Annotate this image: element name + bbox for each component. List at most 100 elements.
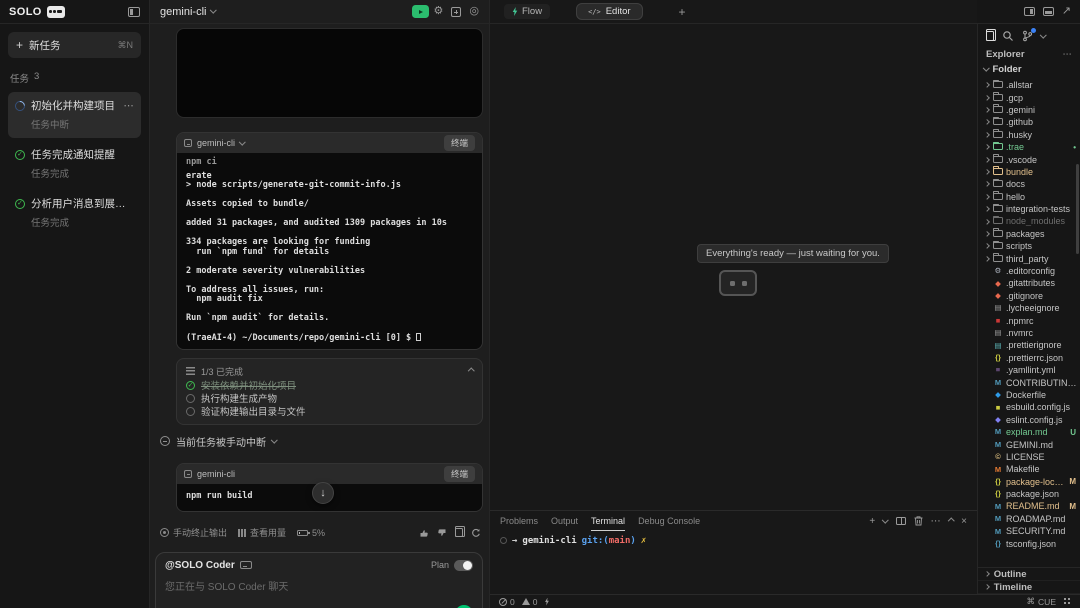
search-icon[interactable] (1002, 30, 1014, 42)
explorer-more-button[interactable]: ⋯ (1063, 49, 1073, 60)
new-task-button[interactable]: + 新任务 ⌘N (8, 32, 141, 58)
add-panel-icon[interactable] (451, 7, 461, 17)
toggle-right-panel-icon[interactable] (1024, 7, 1035, 16)
expand-icon[interactable]: ↗ (1062, 6, 1071, 17)
tree-item[interactable]: {} tsconfig.json (984, 537, 1080, 549)
tree-item[interactable]: M Makefile (984, 463, 1080, 475)
tree-item[interactable]: ▤ .prettierignore (984, 339, 1080, 351)
tree-item[interactable]: ◆ eslint.config.js (984, 414, 1080, 426)
timeline-section[interactable]: Timeline (978, 581, 1080, 594)
close-panel-button[interactable]: × (961, 516, 967, 527)
warnings-indicator[interactable]: 0 (522, 597, 538, 607)
tree-item[interactable]: scripts (984, 240, 1080, 252)
panel-tab[interactable]: Output (551, 511, 578, 531)
errors-indicator[interactable]: 0 (499, 597, 515, 607)
tree-item[interactable]: ▤ .nvmrc (984, 327, 1080, 339)
open-terminal-button[interactable]: 终端 (444, 135, 475, 151)
terminal-dropdown-icon[interactable] (882, 516, 888, 522)
tree-item[interactable]: ■ esbuild.config.js (984, 401, 1080, 413)
collapse-icon[interactable] (468, 368, 474, 374)
tree-item[interactable]: {} package.json (984, 488, 1080, 500)
tree-item[interactable]: hello (984, 191, 1080, 203)
usage-button[interactable]: 查看用量 (238, 526, 286, 539)
tree-item[interactable]: {} package-lock.js... M (984, 476, 1080, 488)
tab-editor[interactable]: </> Editor (576, 3, 642, 20)
settings-icon[interactable]: ⚙ (434, 6, 444, 17)
tree-item[interactable]: ▤ .lycheeignore (984, 302, 1080, 314)
tree-item[interactable]: packages (984, 228, 1080, 240)
tree-item[interactable]: .husky (984, 129, 1080, 141)
tree-item[interactable]: .allstar (984, 79, 1080, 91)
source-control-icon[interactable] (1022, 30, 1033, 42)
copy-icon[interactable] (455, 528, 463, 537)
preview-badge[interactable] (412, 5, 429, 18)
tree-item[interactable]: ≡ .yamllint.yml (984, 364, 1080, 376)
explorer-icon[interactable] (986, 31, 994, 41)
chat-input[interactable]: @SOLO Coder Plan 您正在与 SOLO Coder 聊天 @ # … (155, 552, 483, 608)
tree-item[interactable]: docs (984, 178, 1080, 190)
split-terminal-icon[interactable] (896, 517, 906, 525)
progress-item[interactable]: 安装依赖并初始化项目 (186, 379, 473, 392)
kill-terminal-icon[interactable] (914, 516, 923, 526)
task-more-button[interactable]: ⋯ (124, 100, 135, 112)
tree-item[interactable]: integration-tests (984, 203, 1080, 215)
tab-flow[interactable]: Flow (504, 4, 550, 19)
tree-item[interactable]: ■ .npmrc (984, 314, 1080, 326)
screen-record-icon[interactable]: ◎ (469, 6, 479, 17)
tree-item[interactable]: .gemini (984, 104, 1080, 116)
sidebar-toggle-icon[interactable] (128, 7, 140, 17)
chevron-down-icon[interactable] (211, 7, 217, 13)
tree-item[interactable]: M README.md M (984, 500, 1080, 512)
input-placeholder[interactable]: 您正在与 SOLO Coder 聊天 (165, 578, 473, 605)
chevron-down-icon[interactable] (1040, 31, 1046, 37)
panel-tab[interactable]: Terminal (591, 511, 625, 531)
layout-grid-icon[interactable] (1064, 598, 1066, 600)
tree-item[interactable]: .gcp (984, 91, 1080, 103)
toggle-bottom-panel-icon[interactable] (1043, 7, 1054, 16)
maximize-panel-icon[interactable] (948, 518, 954, 524)
tree-item[interactable]: M explan.md U (984, 426, 1080, 438)
panel-tab[interactable]: Problems (500, 511, 538, 531)
tree-item[interactable]: ◆ Dockerfile (984, 389, 1080, 401)
task-item[interactable]: 任务完成通知提醒 任务完成 (8, 141, 141, 187)
terminal-card-header[interactable]: gemini-cli 终端 (177, 133, 482, 153)
tree-item[interactable]: .trae • (984, 141, 1080, 153)
explorer-scrollbar[interactable] (1076, 164, 1079, 254)
cue-indicator[interactable]: ⌘ CUE (1027, 596, 1056, 607)
tree-item[interactable]: M SECURITY.md (984, 525, 1080, 537)
tree-item[interactable]: ◆ .gitignore (984, 290, 1080, 302)
terminal-card-header[interactable]: gemini-cli 终端 (177, 464, 482, 484)
tree-item[interactable]: {} .prettierrc.json (984, 352, 1080, 364)
tree-item[interactable]: node_modules (984, 215, 1080, 227)
scroll-to-bottom-button[interactable]: ↓ (312, 482, 334, 504)
tree-item[interactable]: .vscode (984, 153, 1080, 165)
stop-output-button[interactable]: 手动终止输出 (160, 526, 227, 539)
folder-section-header[interactable]: Folder (978, 61, 1080, 77)
panel-tab[interactable]: Debug Console (638, 511, 700, 531)
task-item[interactable]: 初始化并构建项目 ⋯ 任务中断 (8, 92, 141, 138)
preview-screen[interactable] (176, 28, 483, 118)
panel-more-button[interactable]: ⋯ (931, 516, 941, 527)
tree-item[interactable]: M ROADMAP.md (984, 513, 1080, 525)
tree-item[interactable]: M CONTRIBUTING.md (984, 376, 1080, 388)
tree-item[interactable]: ◆ .gitattributes (984, 277, 1080, 289)
chat-title[interactable]: gemini-cli (160, 6, 206, 18)
progress-header[interactable]: 1/3 已完成 (186, 364, 473, 379)
task-item[interactable]: 分析用户消息到展示模型回... 任务完成 (8, 190, 141, 236)
send-button[interactable]: ↑ (455, 605, 473, 608)
interrupt-note[interactable]: 当前任务被手动中断 (160, 434, 483, 449)
plan-toggle[interactable] (454, 560, 473, 571)
tree-item[interactable]: ⚙ .editorconfig (984, 265, 1080, 277)
tree-item[interactable]: .github (984, 116, 1080, 128)
integrated-terminal[interactable]: → gemini-cli git:(main) ✗ (490, 531, 977, 594)
outline-section[interactable]: Outline (978, 568, 1080, 581)
new-tab-button[interactable]: + (679, 5, 686, 19)
open-terminal-button[interactable]: 终端 (444, 466, 475, 482)
agent-name[interactable]: @SOLO Coder (165, 560, 235, 571)
progress-item[interactable]: 执行构建生成产物 (186, 392, 473, 405)
regenerate-icon[interactable] (471, 528, 481, 538)
thumbs-up-icon[interactable] (419, 528, 429, 538)
tree-item[interactable]: third_party (984, 252, 1080, 264)
new-terminal-button[interactable]: + (869, 516, 875, 527)
progress-item[interactable]: 验证构建输出目录与文件 (186, 405, 473, 418)
